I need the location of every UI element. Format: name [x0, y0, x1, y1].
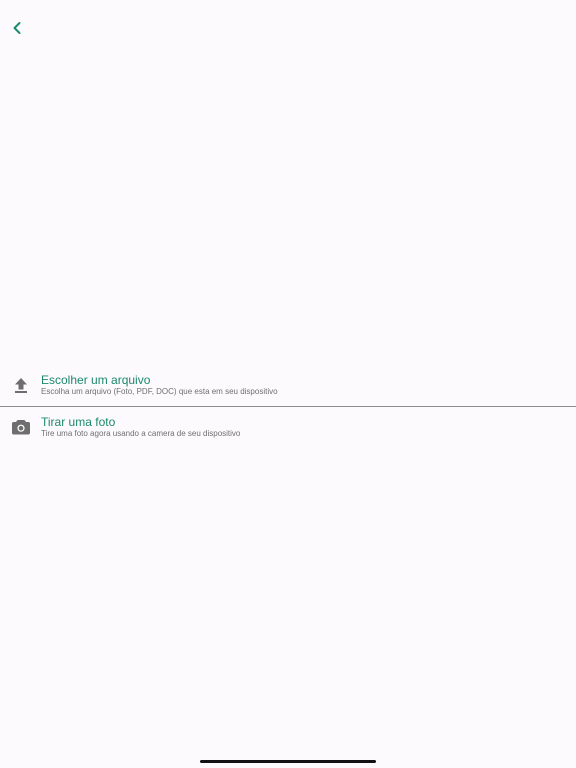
- take-photo-title: Tirar uma foto: [41, 415, 116, 429]
- choose-file-title: Escolher um arquivo: [41, 373, 151, 387]
- take-photo-subtitle: Tire uma foto agora usando a camera de s…: [41, 429, 241, 438]
- chevron-left-icon: [11, 21, 23, 40]
- take-photo-option[interactable]: Tirar uma foto Tire uma foto agora usand…: [0, 407, 576, 447]
- camera-icon: [10, 416, 31, 437]
- choose-file-subtitle: Escolha um arquivo (Foto, PDF, DOC) que …: [41, 387, 278, 396]
- home-indicator: [200, 760, 376, 763]
- choose-file-option[interactable]: Escolher um arquivo Escolha um arquivo (…: [0, 366, 576, 406]
- upload-icon: [10, 375, 31, 396]
- back-button[interactable]: [6, 19, 28, 41]
